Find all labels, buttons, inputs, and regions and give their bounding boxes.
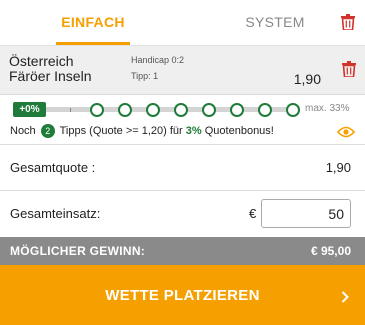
delete-bet-trash-icon[interactable] [342,61,356,77]
possible-win-label: MÖGLICHER GEWINN: [10,244,146,258]
market-label: Handicap 0:2 [131,55,185,65]
team-home: Österreich [9,53,74,69]
total-odds-row: Gesamtquote : 1,90 [0,145,365,191]
delete-all-trash-icon[interactable] [341,14,355,30]
progress-step [118,103,132,117]
currency-symbol: € [249,206,257,221]
stake-input[interactable] [261,199,351,228]
total-odds-label: Gesamtquote : [10,160,96,175]
eye-icon[interactable] [336,125,356,143]
progress-tick [70,108,71,112]
possible-win-bar: MÖGLICHER GEWINN: € 95,00 [0,237,365,265]
stake-label: Gesamteinsatz: [10,206,101,221]
team-away: Färöer Inseln [9,68,92,84]
progress-step [286,103,300,117]
stake-row: Gesamteinsatz: € [0,191,365,237]
bet-selection: Österreich Färöer Inseln Handicap 0:2 Ti… [0,45,365,95]
possible-win-value: € 95,00 [310,244,351,258]
place-bet-label: WETTE PLATZIEREN [105,287,260,304]
progress-step [258,103,272,117]
bet-type-tabs: EINFACH SYSTEM [0,0,365,45]
bonus-info-text: Noch 2 Tipps (Quote >= 1,20) für 3% Quot… [10,124,274,138]
progress-step [202,103,216,117]
bet-odd: 1,90 [293,71,321,87]
progress-step [174,103,188,117]
progress-step [90,103,104,117]
bonus-max-label: max. 33% [305,103,350,114]
tab-single[interactable]: EINFACH [56,0,130,45]
tips-needed-badge: 2 [40,124,55,138]
bonus-current-badge: +0% [13,102,46,117]
tip-label: Tipp: 1 [131,71,159,81]
info-mid: Tipps (Quote >= 1,20) für [59,124,183,137]
chevron-right-icon [341,290,349,308]
info-post: Quotenbonus! [204,124,274,137]
bonus-percent: 3% [185,124,202,137]
bonus-progress: +0% max. 33% Noch 2 Tipps (Quote >= 1,20… [0,95,365,145]
place-bet-button[interactable]: WETTE PLATZIEREN [0,265,365,325]
progress-step [146,103,160,117]
progress-step [230,103,244,117]
total-odds-value: 1,90 [325,160,351,175]
tab-system[interactable]: SYSTEM [245,0,305,45]
info-pre: Noch [10,124,36,137]
